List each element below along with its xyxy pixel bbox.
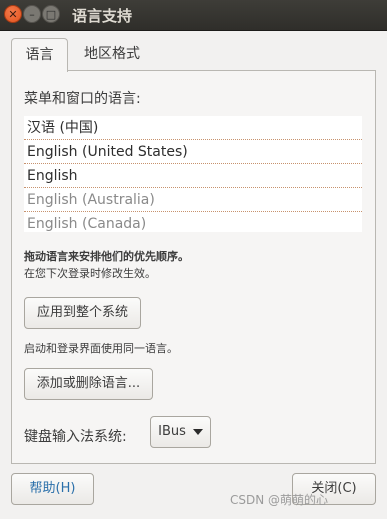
help-button[interactable]: 帮助(H): [11, 473, 94, 505]
dropdown-arrow-icon: [192, 428, 203, 435]
drag-hint: 拖动语言来安排他们的优先顺序。: [24, 250, 189, 263]
login-hint: 在您下次登录时修改生效。: [24, 267, 156, 280]
keyboard-input-value: IBus: [158, 424, 186, 439]
list-item[interactable]: English (Canada): [24, 212, 362, 232]
list-item[interactable]: English: [24, 164, 362, 188]
tab-language[interactable]: 语言: [11, 38, 68, 72]
help-button-label: 帮助(H): [29, 481, 76, 496]
apply-system-wide-button[interactable]: 应用到整个系统: [24, 297, 141, 329]
watermark: CSDN @萌萌的心: [230, 493, 329, 507]
add-remove-languages-button[interactable]: 添加或删除语言...: [24, 368, 153, 400]
list-item[interactable]: 汉语 (中国): [24, 116, 362, 140]
language-list[interactable]: 汉语 (中国) English (United States) English …: [24, 116, 362, 232]
close-window-icon[interactable]: ✕: [4, 5, 22, 23]
keyboard-input-label: 键盘输入法系统:: [24, 429, 127, 445]
keyboard-input-select[interactable]: IBus: [150, 416, 211, 448]
language-list-heading: 菜单和窗口的语言:: [24, 91, 141, 107]
title-bar: ✕ – □ 语言支持: [0, 0, 387, 31]
list-item[interactable]: English (Australia): [24, 188, 362, 212]
window-title: 语言支持: [72, 7, 133, 25]
same-language-hint: 启动和登录界面使用同一语言。: [24, 342, 178, 355]
tab-regional-formats[interactable]: 地区格式: [72, 38, 152, 71]
list-item[interactable]: English (United States): [24, 140, 362, 164]
maximize-window-icon[interactable]: □: [42, 5, 60, 23]
minimize-window-icon[interactable]: –: [23, 5, 41, 23]
